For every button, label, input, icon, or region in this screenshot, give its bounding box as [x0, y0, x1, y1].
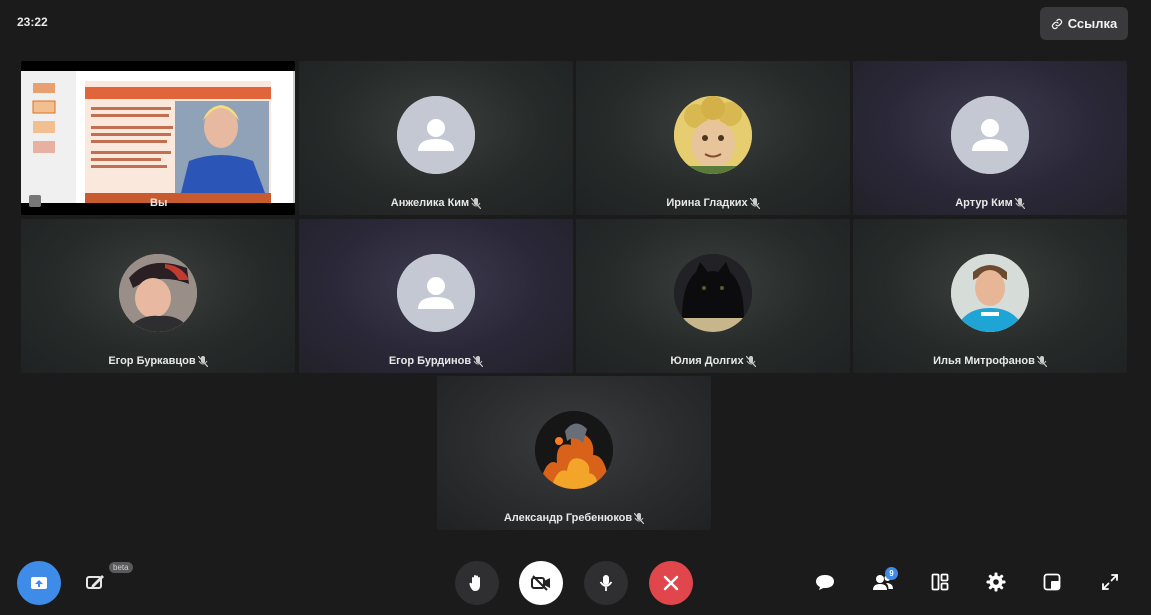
participant-name: Александр Гребенюков [503, 512, 633, 524]
self-label: Вы [150, 197, 168, 209]
share-screen-button[interactable] [17, 561, 61, 605]
participant-name-row: Анжелика Ким [299, 197, 573, 209]
participant-name: Артур Ким [955, 197, 1013, 209]
participant-tile[interactable]: Егор Буркавцов [21, 219, 295, 373]
boy-photo-avatar [119, 254, 197, 332]
picture-in-picture-button[interactable] [1037, 567, 1067, 597]
participant-tile[interactable]: Егор Бурдинов [299, 219, 573, 373]
copy-link-button[interactable]: Ссылка [1040, 7, 1128, 40]
participant-name-row: Александр Гребенюков [437, 512, 711, 524]
upload-icon [31, 577, 47, 589]
fullscreen-button[interactable] [1095, 567, 1125, 597]
clock: 23:22 [17, 15, 48, 29]
fire-art-avatar [535, 411, 613, 489]
participants-count-badge: 9 [885, 567, 898, 580]
participant-tile[interactable]: Ирина Гладких [576, 61, 850, 215]
participant-name: Илья Митрофанов [933, 355, 1035, 367]
participant-name: Егор Бурдинов [388, 355, 472, 367]
raise-hand-button[interactable] [455, 561, 499, 605]
pip-icon [1043, 573, 1061, 591]
participant-name: Ирина Гладких [666, 197, 748, 209]
microphone-button[interactable] [584, 561, 628, 605]
default-user-icon [397, 96, 475, 174]
participant-name-row: Илья Митрофанов [853, 355, 1127, 367]
mic-off-icon [471, 197, 482, 209]
gear-icon [986, 572, 1006, 592]
mic-off-icon [473, 355, 484, 367]
chat-button[interactable] [810, 567, 840, 597]
camera-off-icon [531, 575, 550, 591]
participant-tile[interactable]: Александр Гребенюков [437, 376, 711, 530]
participant-name: Егор Буркавцов [108, 355, 196, 367]
pin-icon[interactable] [29, 195, 41, 207]
participant-name-row: Егор Бурдинов [299, 355, 573, 367]
draw-icon [86, 575, 104, 589]
link-icon [1051, 18, 1062, 29]
participant-tile[interactable]: Артур Ким [853, 61, 1127, 215]
shared-screen [21, 71, 295, 203]
screen-share-tile[interactable]: Вы [21, 61, 295, 215]
mic-off-icon [634, 512, 645, 524]
participant-name-row: Егор Буркавцов [21, 355, 295, 367]
participant-name-row: Артур Ким [853, 197, 1127, 209]
chat-icon [816, 575, 834, 590]
mic-off-icon [197, 355, 208, 367]
beta-badge: beta [109, 562, 133, 573]
participant-tile[interactable]: Юлия Долгих [576, 219, 850, 373]
layout-button[interactable] [925, 567, 955, 597]
participant-name: Анжелика Ким [390, 197, 470, 209]
cartoon-avatar [674, 96, 752, 174]
boy-blue-shirt-avatar [951, 254, 1029, 332]
default-user-icon [397, 254, 475, 332]
participant-name-row: Ирина Гладких [576, 197, 850, 209]
hangup-icon [663, 575, 679, 591]
participant-tile[interactable]: Илья Митрофанов [853, 219, 1127, 373]
settings-button[interactable] [981, 567, 1011, 597]
default-user-icon [951, 96, 1029, 174]
fullscreen-icon [1102, 574, 1118, 590]
participant-name: Юлия Долгих [670, 355, 744, 367]
mic-off-icon [749, 197, 760, 209]
camera-toggle-button[interactable] [519, 561, 563, 605]
mic-off-icon [1036, 355, 1047, 367]
cat-photo-avatar [674, 254, 752, 332]
mic-off-icon [745, 355, 756, 367]
mic-icon [599, 575, 613, 591]
participant-tile[interactable]: Анжелика Ким [299, 61, 573, 215]
participant-name-row: Юлия Долгих [576, 355, 850, 367]
leave-call-button[interactable] [649, 561, 693, 605]
layout-icon [931, 573, 949, 591]
hand-icon [469, 575, 480, 591]
copy-link-label: Ссылка [1067, 16, 1118, 31]
mic-off-icon [1014, 197, 1025, 209]
